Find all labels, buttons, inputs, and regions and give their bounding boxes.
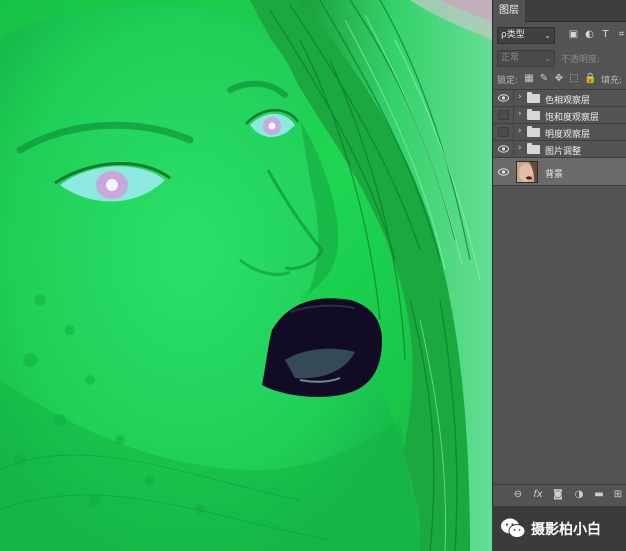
document-canvas[interactable] — [0, 0, 492, 551]
chevron-down-icon: ⌄ — [544, 54, 551, 63]
inverted-portrait-photo — [0, 0, 492, 551]
divider — [513, 107, 514, 123]
layer-list: › 色相观察层 › 饱和度观察层 › 明度观察层 › 图片调整 背景 — [493, 89, 626, 186]
blend-row: 正常 ⌄ 不透明度: — [497, 50, 626, 68]
layer-thumbnail — [516, 161, 538, 183]
layer-name: 色相观察层 — [545, 96, 591, 106]
image-filter-icon[interactable]: ▣ — [567, 28, 580, 42]
layer-name: 背景 — [545, 170, 564, 180]
layer-filter-row: ρ类型 ⌄ ▣ ◐ T ⌗ — [497, 26, 626, 46]
chevron-right-icon[interactable]: › — [518, 92, 522, 102]
adjustment-layer-icon[interactable]: ◑ — [572, 488, 586, 502]
layer-name: 饱和度观察层 — [545, 113, 600, 123]
portrait-thumbnail-image — [517, 162, 537, 182]
blend-mode-select[interactable]: 正常 ⌄ — [497, 50, 555, 67]
eye-icon[interactable] — [498, 144, 509, 154]
layer-row-image-adjust[interactable]: › 图片调整 — [493, 141, 626, 158]
new-layer-icon[interactable]: ⊞ — [611, 488, 625, 502]
eye-icon[interactable] — [498, 167, 509, 177]
divider — [513, 124, 514, 140]
lock-row: 锁定: ▦ ✎ ✥ ⬚ 🔒 填充: — [497, 70, 626, 88]
visibility-toggle-empty[interactable] — [498, 127, 509, 137]
visibility-toggle-empty[interactable] — [498, 110, 509, 120]
layer-row-background[interactable]: 背景 — [493, 158, 626, 186]
layers-panel-footer: ⊖ fx ◙ ◑ ▬ ⊞ — [493, 484, 626, 504]
wechat-logo-icon — [501, 518, 526, 538]
eye-icon[interactable] — [498, 93, 509, 103]
chevron-right-icon[interactable]: › — [518, 109, 522, 119]
layers-panel: 图层 ρ类型 ⌄ ▣ ◐ T ⌗ 正常 ⌄ 不透明度: 锁定: ▦ ✎ ✥ ⬚ … — [492, 0, 626, 551]
layer-row-lightness-observe[interactable]: › 明度观察层 — [493, 124, 626, 141]
panel-tab-bar: 图层 — [493, 0, 626, 22]
folder-icon — [527, 92, 540, 103]
lock-position-icon[interactable]: ✥ — [553, 72, 565, 85]
layer-kind-label: ρ类型 — [501, 30, 525, 40]
tab-layers[interactable]: 图层 — [493, 0, 525, 22]
watermark-text: 摄影柏小白 — [531, 522, 601, 538]
chevron-right-icon[interactable]: › — [518, 143, 522, 153]
layer-name: 明度观察层 — [545, 130, 591, 140]
opacity-label: 不透明度: — [561, 55, 601, 65]
lock-label: 锁定: — [497, 76, 519, 86]
layer-style-fx-icon[interactable]: fx — [531, 488, 545, 502]
add-mask-icon[interactable]: ◙ — [551, 488, 565, 502]
layer-row-hue-observe[interactable]: › 色相观察层 — [493, 90, 626, 107]
folder-icon — [527, 126, 540, 137]
adjustment-filter-icon[interactable]: ◐ — [583, 28, 596, 42]
divider — [513, 141, 514, 157]
layer-kind-select[interactable]: ρ类型 ⌄ — [497, 27, 555, 44]
new-group-folder-icon[interactable]: ▬ — [592, 488, 606, 502]
folder-icon — [527, 143, 540, 154]
watermark-bar: 摄影柏小白 — [492, 506, 626, 551]
lock-image-pixels-icon[interactable]: ✎ — [538, 72, 550, 85]
layer-name: 图片调整 — [545, 147, 582, 157]
lock-transparent-pixels-icon[interactable]: ▦ — [523, 72, 535, 85]
lock-all-icon[interactable]: 🔒 — [584, 72, 596, 85]
chevron-down-icon: ⌄ — [544, 31, 551, 40]
lock-artboard-icon[interactable]: ⬚ — [568, 72, 580, 85]
layer-row-saturation-observe[interactable]: › 饱和度观察层 — [493, 107, 626, 124]
link-layers-icon[interactable]: ⊖ — [511, 488, 525, 502]
fill-label: 填充: — [601, 76, 623, 86]
blend-mode-value: 正常 — [501, 53, 520, 63]
type-filter-icon[interactable]: T — [599, 28, 612, 42]
folder-icon — [527, 109, 540, 120]
chevron-right-icon[interactable]: › — [518, 126, 522, 136]
divider — [513, 90, 514, 106]
shape-filter-icon[interactable]: ⌗ — [615, 28, 626, 42]
